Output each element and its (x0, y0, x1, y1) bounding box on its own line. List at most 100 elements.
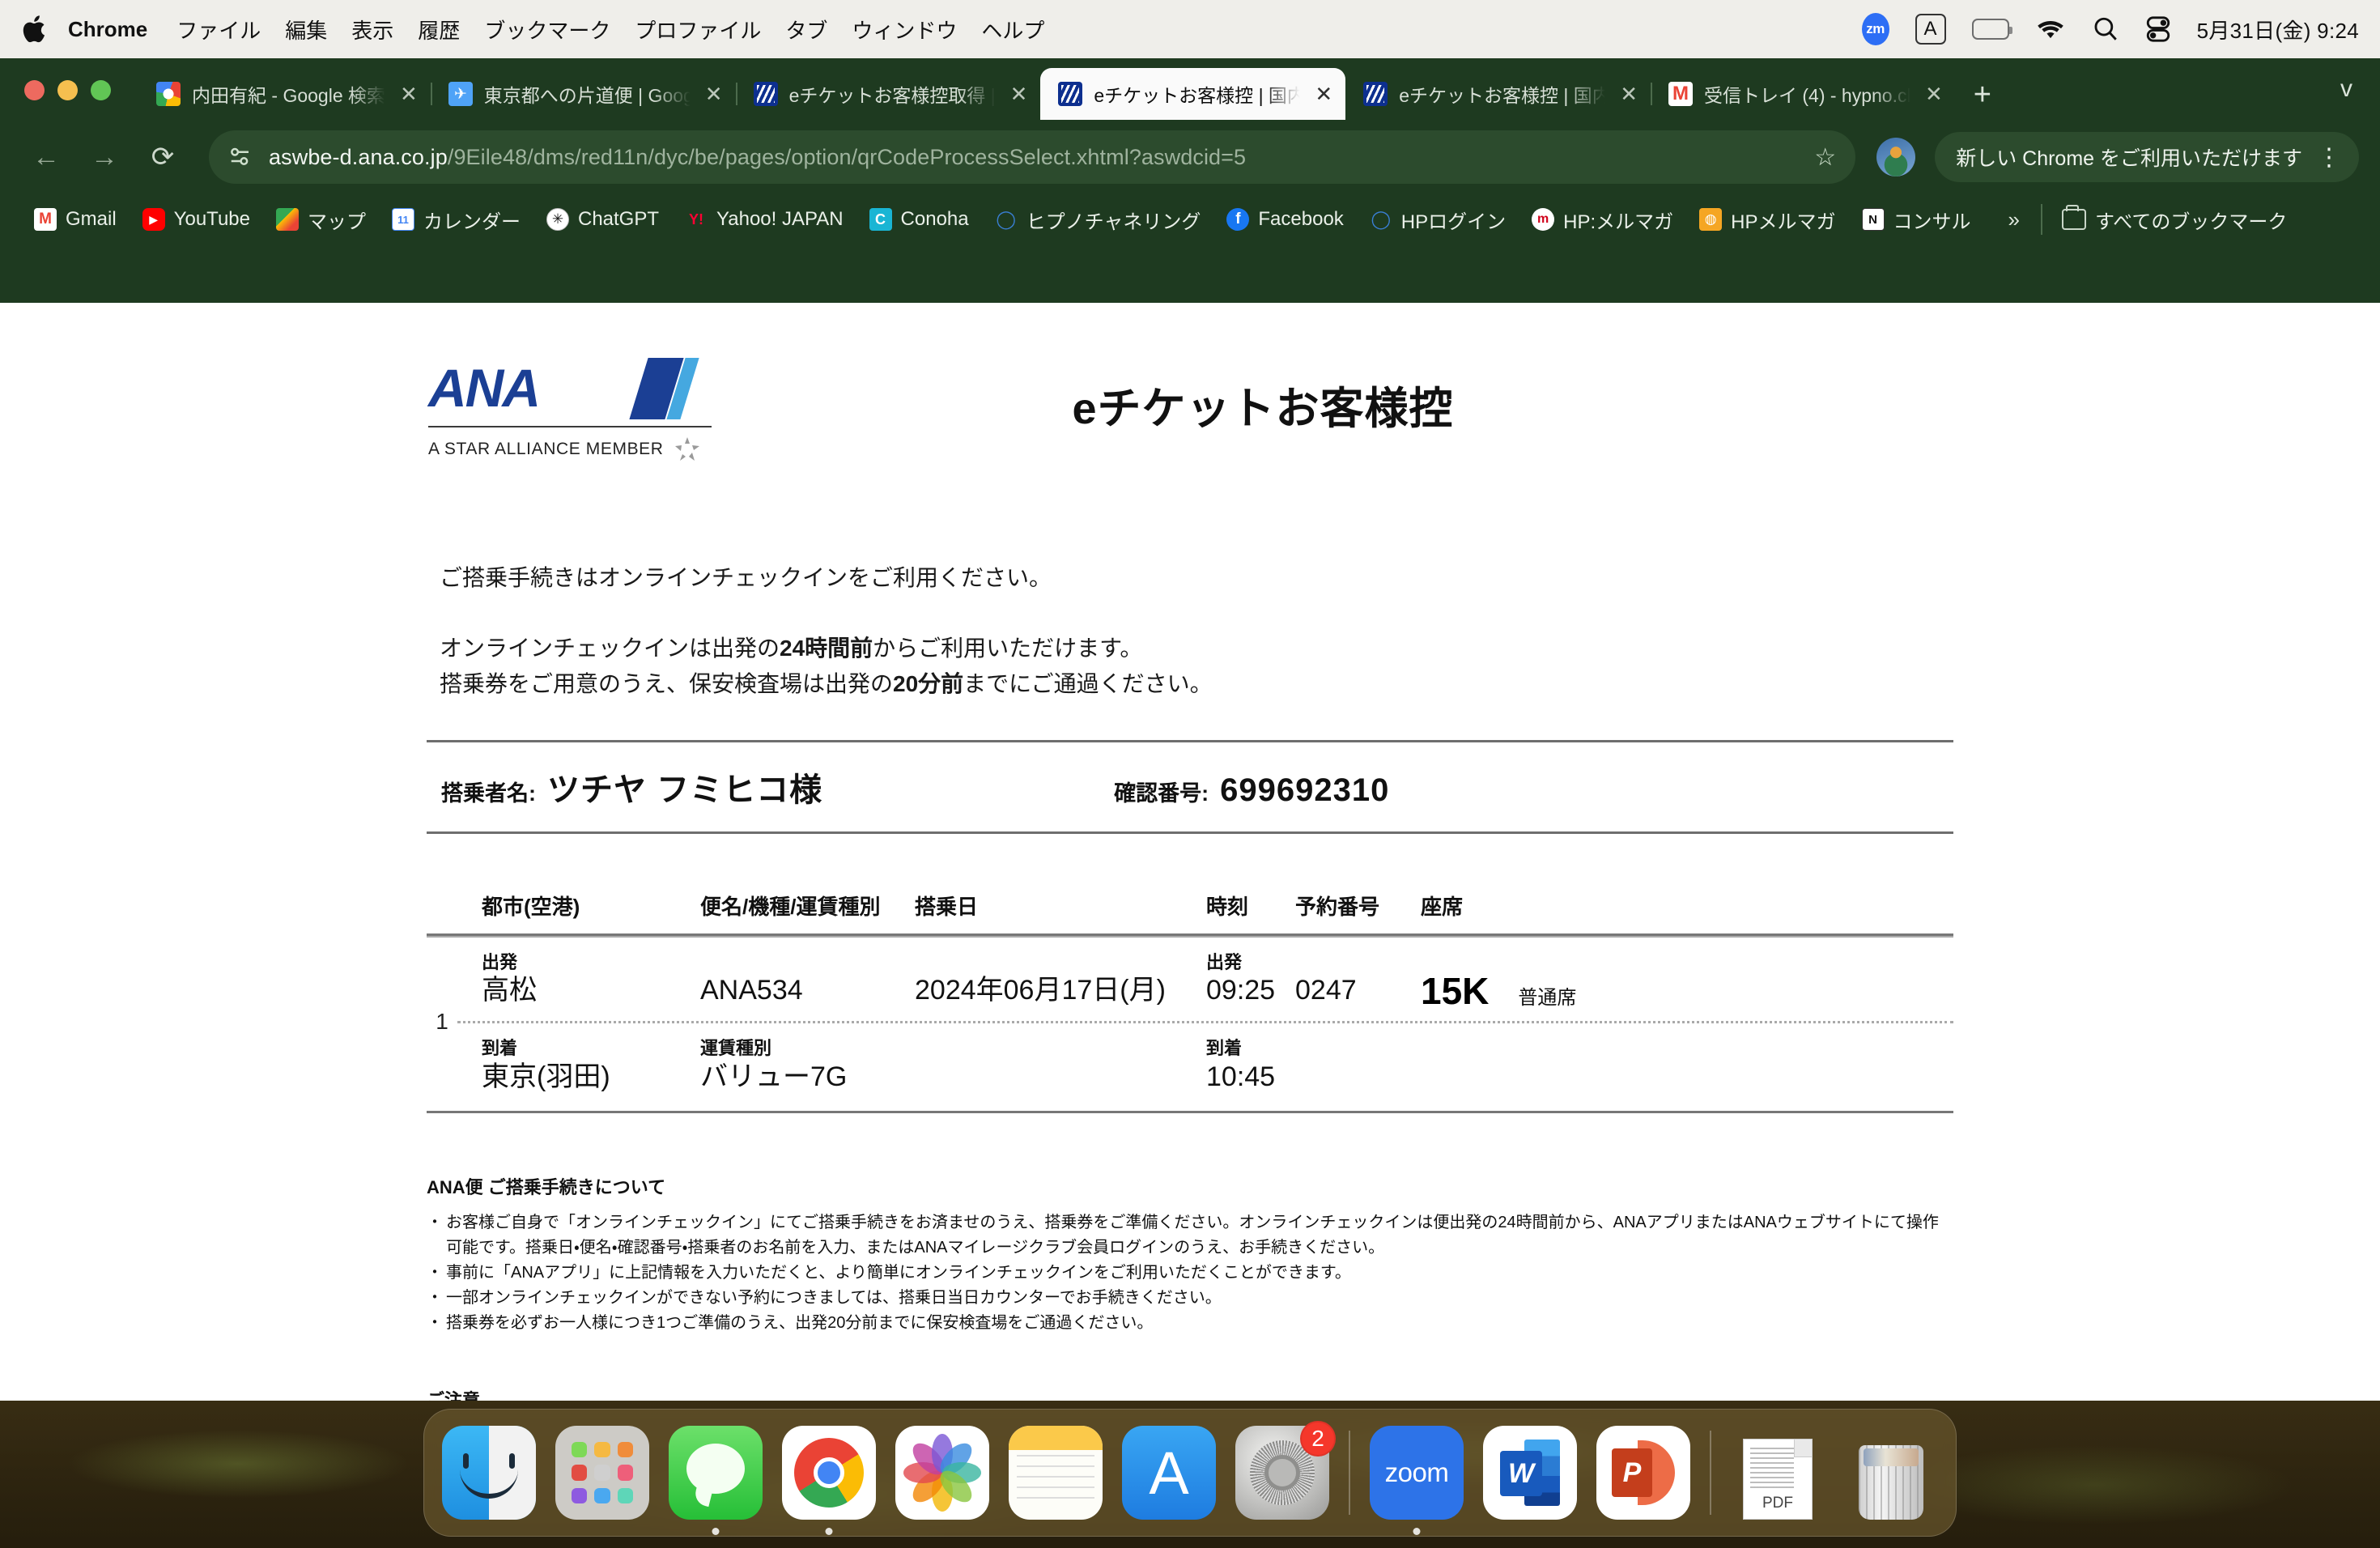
dock-item-messages[interactable] (669, 1426, 763, 1535)
close-icon[interactable]: ✕ (1620, 82, 1638, 107)
bookmark-conoha[interactable]: C Conoha (856, 203, 982, 236)
word-icon: W (1500, 1440, 1560, 1506)
menu-view[interactable]: 表示 (351, 15, 393, 45)
dock-item-microsoft-powerpoint[interactable]: P (1596, 1426, 1690, 1520)
bookmarks-overflow-icon[interactable]: » (1994, 207, 2034, 232)
url-text[interactable]: aswbe-d.ana.co.jp/9Eile48/dms/red11n/dyc… (269, 145, 1246, 170)
bookmark-calendar[interactable]: 11 カレンダー (379, 201, 533, 239)
table-row: 1 出発 高松 ANA534 2024年06月17日(月) 出発 09:25 0… (427, 938, 1953, 1106)
tab-gmail-inbox[interactable]: 受信トレイ (4) - hypno.ch ✕ (1650, 68, 1956, 120)
all-bookmarks-button[interactable]: すべてのブックマーク (2049, 201, 2300, 239)
chrome-menu-icon[interactable]: ⋮ (2317, 145, 2341, 169)
hp-mail-icon: m (1532, 208, 1555, 231)
bookmark-chatgpt[interactable]: ✳ ChatGPT (533, 203, 672, 236)
site-settings-icon[interactable] (228, 145, 253, 169)
zoom-status-icon[interactable]: zm (1861, 13, 1889, 45)
arrival-city: 東京(羽田) (482, 1061, 610, 1092)
tab-eticket-domestic-active[interactable]: eチケットお客様控 | 国内線 ✕ (1040, 68, 1346, 120)
chrome-icon (794, 1438, 864, 1508)
close-icon[interactable]: ✕ (1010, 82, 1028, 107)
menu-file[interactable]: ファイル (176, 15, 261, 45)
chrome-update-button[interactable]: 新しい Chrome をご利用いただけます ⋮ (1935, 132, 2359, 182)
menu-edit[interactable]: 編集 (285, 15, 327, 45)
bookmark-maps[interactable]: マップ (263, 201, 379, 239)
dock-item-notes[interactable] (1009, 1426, 1103, 1520)
menu-bar-clock[interactable]: 5月31日(金) 9:24 (2197, 15, 2359, 45)
close-icon[interactable]: ✕ (1925, 82, 1943, 107)
dock-item-microsoft-word[interactable]: W (1483, 1426, 1577, 1520)
pdf-label: PDF (1762, 1495, 1793, 1512)
tab-eticket-acquire[interactable]: eチケットお客様控取得 | 国 ✕ (735, 68, 1041, 120)
arrival-date-cell (915, 1038, 1206, 1094)
dock-item-app-store[interactable]: A (1122, 1426, 1216, 1520)
maximize-window-button[interactable] (91, 80, 111, 100)
bookmark-hp-mailmag[interactable]: m HP:メルマガ (1519, 201, 1686, 239)
bookmark-hypno-channeling[interactable]: ◯ ヒプノチャネリング (982, 201, 1214, 239)
bookmark-youtube[interactable]: ▶ YouTube (130, 203, 263, 236)
macos-dock: A 2 zoom W P PDF (423, 1409, 1957, 1537)
bookmark-hp-mailmag-2[interactable]: ◍ HPメルマガ (1686, 201, 1848, 239)
minimize-window-button[interactable] (57, 80, 78, 100)
tab-title: eチケットお客様控 | 国内線 (1399, 85, 1606, 106)
tab-title: 内田有紀 - Google 検索 (192, 85, 385, 106)
menu-window[interactable]: ウィンドウ (852, 15, 957, 45)
input-source-icon[interactable]: A (1915, 14, 1946, 45)
intro-line-3: 搭乗券をご用意のうえ、保安検査場は出発の20分前までにご通過ください。 (440, 670, 1213, 696)
departure-city-cell: 出発 高松 (457, 952, 700, 1010)
menu-chrome[interactable]: Chrome (68, 17, 147, 42)
close-icon[interactable]: ✕ (400, 82, 418, 107)
dock-item-chrome[interactable] (782, 1426, 876, 1535)
flight-table-bottom-rule (427, 1110, 1953, 1113)
wifi-icon[interactable] (2035, 17, 2066, 41)
bookmark-gmail[interactable]: M Gmail (21, 203, 130, 236)
bookmark-facebook[interactable]: f Facebook (1213, 203, 1356, 236)
forward-button[interactable]: → (79, 132, 130, 182)
bookmark-yahoo-japan[interactable]: Y! Yahoo! JAPAN (672, 203, 856, 236)
tab-eticket-domestic-2[interactable]: eチケットお客様控 | 国内線 ✕ (1345, 68, 1651, 120)
menu-profiles[interactable]: プロファイル (635, 15, 761, 45)
address-bar[interactable]: aswbe-d.ana.co.jp/9Eile48/dms/red11n/dyc… (209, 130, 1856, 184)
battery-icon[interactable] (1971, 19, 2012, 40)
menu-tab[interactable]: タブ (785, 15, 827, 45)
notes-heading-2: ご注意 (427, 1389, 481, 1401)
list-item: 一部オンラインチェックインができない予約につきましては、搭乗日当日カウンターでお… (427, 1286, 1953, 1311)
intro-line-2: オンラインチェックインは出発の24時間前からご利用いただけます。 (440, 636, 1143, 661)
hp-login-icon: ◯ (1371, 209, 1392, 229)
bookmark-consul[interactable]: N コンサル (1849, 201, 1984, 239)
control-center-icon[interactable] (2145, 15, 2171, 43)
close-icon[interactable]: ✕ (1315, 82, 1332, 107)
menu-help[interactable]: ヘルプ (981, 15, 1044, 45)
reload-button[interactable]: ⟳ (138, 132, 188, 182)
departure-segment: 出発 高松 ANA534 2024年06月17日(月) 出発 09:25 024… (457, 938, 1953, 1021)
menu-history[interactable]: 履歴 (418, 15, 460, 45)
flight-number: ANA534 (700, 975, 803, 1006)
gmail-icon: M (34, 208, 57, 231)
close-icon[interactable]: ✕ (705, 82, 723, 107)
close-window-button[interactable] (24, 80, 45, 100)
menu-bookmarks[interactable]: ブックマーク (484, 15, 610, 45)
calendar-icon: 11 (391, 208, 414, 231)
tab-search-chevron-icon[interactable]: v (2340, 75, 2380, 103)
dock-item-system-settings[interactable]: 2 (1235, 1421, 1336, 1520)
tab-tokyo-oneway-google[interactable]: 東京都への片道便 | Google ✕ (430, 68, 736, 120)
bookmark-hp-login[interactable]: ◯ HPログイン (1357, 201, 1519, 239)
spotlight-search-icon[interactable] (2092, 15, 2119, 43)
bookmark-label: カレンダー (423, 211, 521, 233)
dock-item-photos[interactable] (895, 1426, 989, 1520)
avatar[interactable] (1876, 138, 1916, 176)
dock-item-trash[interactable] (1844, 1426, 1938, 1520)
bookmark-star-icon[interactable]: ☆ (1814, 143, 1836, 172)
zoom-icon: zoom (1384, 1457, 1449, 1487)
dock-item-zoom[interactable]: zoom (1370, 1426, 1464, 1535)
new-tab-button[interactable]: + (1956, 79, 2009, 120)
departure-time-label: 出発 (1206, 952, 1243, 973)
tab-uchida-google-search[interactable]: 内田有紀 - Google 検索 ✕ (138, 68, 431, 120)
tab-title: 東京都への片道便 | Google (483, 85, 691, 106)
dock-item-pdf-file[interactable]: PDF (1731, 1426, 1825, 1520)
dock-item-finder[interactable] (442, 1426, 536, 1520)
apple-logo-icon[interactable] (21, 13, 49, 45)
passenger-name-label: 搭乗者名: (441, 781, 536, 806)
all-bookmarks-label: すべてのブックマーク (2094, 211, 2288, 233)
back-button[interactable]: ← (21, 132, 71, 182)
dock-item-launchpad[interactable] (555, 1426, 649, 1520)
